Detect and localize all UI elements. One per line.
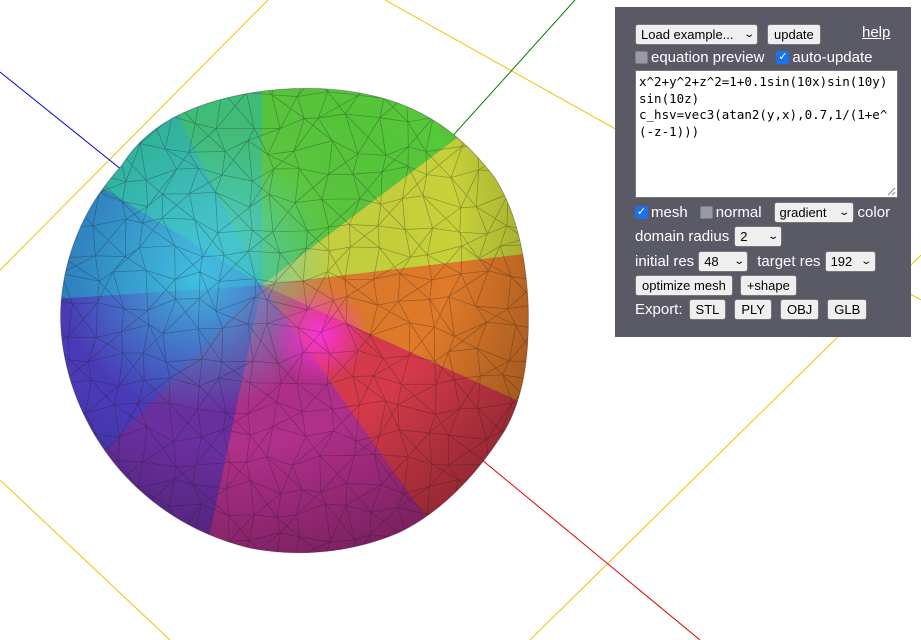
initial-res-value: 48 [704, 254, 719, 269]
chevron-down-icon: ⌄ [838, 207, 851, 218]
example-select[interactable]: Load example... ⌄ [635, 24, 758, 45]
export-glb-button[interactable]: GLB [827, 299, 868, 320]
equation-preview-label: equation preview [651, 49, 765, 66]
color-mode-select[interactable]: gradient ⌄ [773, 202, 854, 223]
export-obj-button[interactable]: OBJ [779, 299, 820, 320]
mesh-label: mesh [651, 204, 688, 221]
grid-line [0, 479, 171, 640]
target-res-select[interactable]: 192 ⌄ [824, 251, 876, 272]
implicit-surface-mesh [60, 88, 529, 553]
export-ply-button[interactable]: PLY [734, 299, 772, 320]
y-axis-line [439, 0, 576, 151]
mesh-checkbox[interactable]: ✓ [635, 206, 648, 219]
auto-update-checkbox[interactable]: ✓ [776, 51, 790, 64]
initial-res-select[interactable]: 48 ⌄ [698, 251, 749, 272]
auto-update-label: auto-update [792, 49, 873, 66]
target-res-label: target res [757, 253, 821, 270]
example-select-value: Load example... [641, 27, 734, 42]
add-shape-button[interactable]: +shape [739, 275, 797, 296]
help-link[interactable]: help [862, 24, 890, 41]
export-stl-button[interactable]: STL [688, 299, 727, 320]
domain-radius-value: 2 [740, 229, 748, 244]
domain-radius-label: domain radius [635, 228, 730, 245]
equation-preview-checkbox[interactable] [635, 51, 648, 64]
chevron-down-icon: ⌄ [733, 256, 745, 267]
chevron-down-icon: ⌄ [860, 256, 873, 267]
domain-radius-select[interactable]: 2 ⌄ [734, 226, 783, 247]
chevron-down-icon: ⌄ [767, 231, 779, 242]
export-label: Export: [635, 301, 683, 318]
resize-handle-icon[interactable] [886, 186, 896, 196]
x-axis-line [469, 449, 701, 640]
initial-res-label: initial res [635, 253, 695, 270]
control-panel: Load example... ⌄ update help equation p… [615, 7, 911, 337]
normal-label: normal [715, 204, 762, 221]
chevron-down-icon: ⌄ [742, 29, 755, 40]
color-label: color [857, 204, 891, 221]
target-res-value: 192 [830, 254, 853, 269]
optimize-mesh-button[interactable]: optimize mesh [635, 275, 733, 296]
equation-input[interactable]: x^2+y^2+z^2=1+0.1sin(10x)sin(10y)sin(10z… [635, 70, 898, 198]
update-button[interactable]: update [767, 24, 821, 45]
normal-checkbox[interactable] [699, 206, 713, 219]
color-mode-value: gradient [779, 205, 827, 220]
